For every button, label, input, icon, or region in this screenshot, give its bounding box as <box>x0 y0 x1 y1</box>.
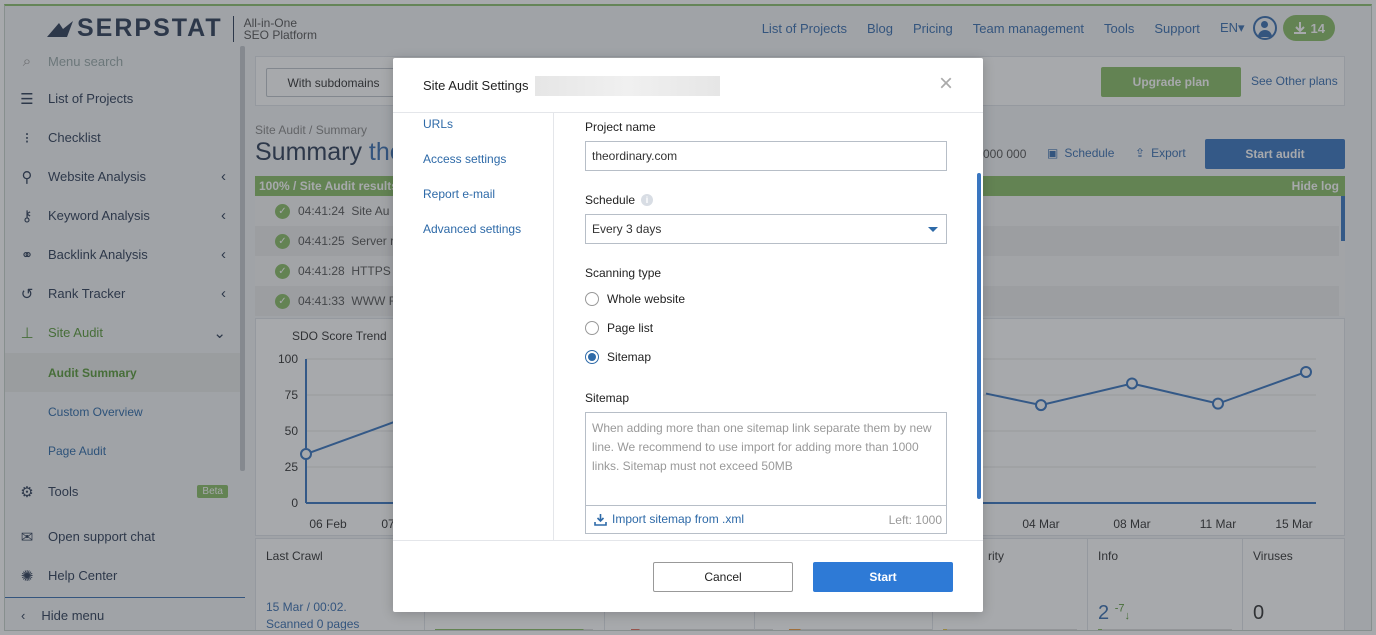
sitemap-placeholder: When adding more than one sitemap link s… <box>592 421 932 473</box>
radio-whole-website[interactable]: Whole website <box>585 292 685 306</box>
sitemap-footer: Import sitemap from .xml Left: 1000 <box>586 505 946 533</box>
close-icon[interactable]: × <box>939 72 953 96</box>
project-name-input[interactable]: theordinary.com <box>585 141 947 171</box>
modal-nav-urls[interactable]: URLs <box>423 117 453 131</box>
import-sitemap-link[interactable]: Import sitemap from .xml <box>594 512 744 526</box>
modal-nav-report-email[interactable]: Report e-mail <box>423 187 495 201</box>
left-count: Left: 1000 <box>888 513 942 527</box>
modal-title: Site Audit Settings <box>423 78 529 93</box>
schedule-label: Schedule i <box>585 193 654 207</box>
project-name-label: Project name <box>585 120 656 134</box>
modal-nav: URLs Access settings Report e-mail Advan… <box>393 113 554 540</box>
radio-button[interactable] <box>585 321 599 335</box>
upload-icon <box>594 513 607 526</box>
radio-button-selected[interactable] <box>585 350 599 364</box>
radio-sitemap[interactable]: Sitemap <box>585 350 651 364</box>
schedule-select[interactable]: Every 3 days <box>585 214 947 244</box>
schedule-value: Every 3 days <box>592 222 662 236</box>
scanning-type-label: Scanning type <box>585 266 662 280</box>
modal-nav-access-settings[interactable]: Access settings <box>423 152 506 166</box>
sitemap-label: Sitemap <box>585 391 630 405</box>
sitemap-textarea[interactable]: When adding more than one sitemap link s… <box>585 412 947 534</box>
modal-footer: Cancel Start <box>393 540 983 612</box>
modal-body: Project name theordinary.com Schedule i E… <box>555 113 983 540</box>
caret-down-icon <box>928 227 938 232</box>
radio-page-list[interactable]: Page list <box>585 321 653 335</box>
modal-header: Site Audit Settings × <box>393 58 983 113</box>
start-button[interactable]: Start <box>813 562 953 592</box>
site-audit-settings-modal: Site Audit Settings × URLs Access settin… <box>393 58 983 612</box>
modal-nav-advanced-settings[interactable]: Advanced settings <box>423 222 521 236</box>
info-icon[interactable]: i <box>641 194 654 206</box>
cancel-button[interactable]: Cancel <box>653 562 793 592</box>
redacted-project-name <box>535 76 720 96</box>
modal-scrollbar[interactable] <box>977 173 981 499</box>
radio-button[interactable] <box>585 292 599 306</box>
